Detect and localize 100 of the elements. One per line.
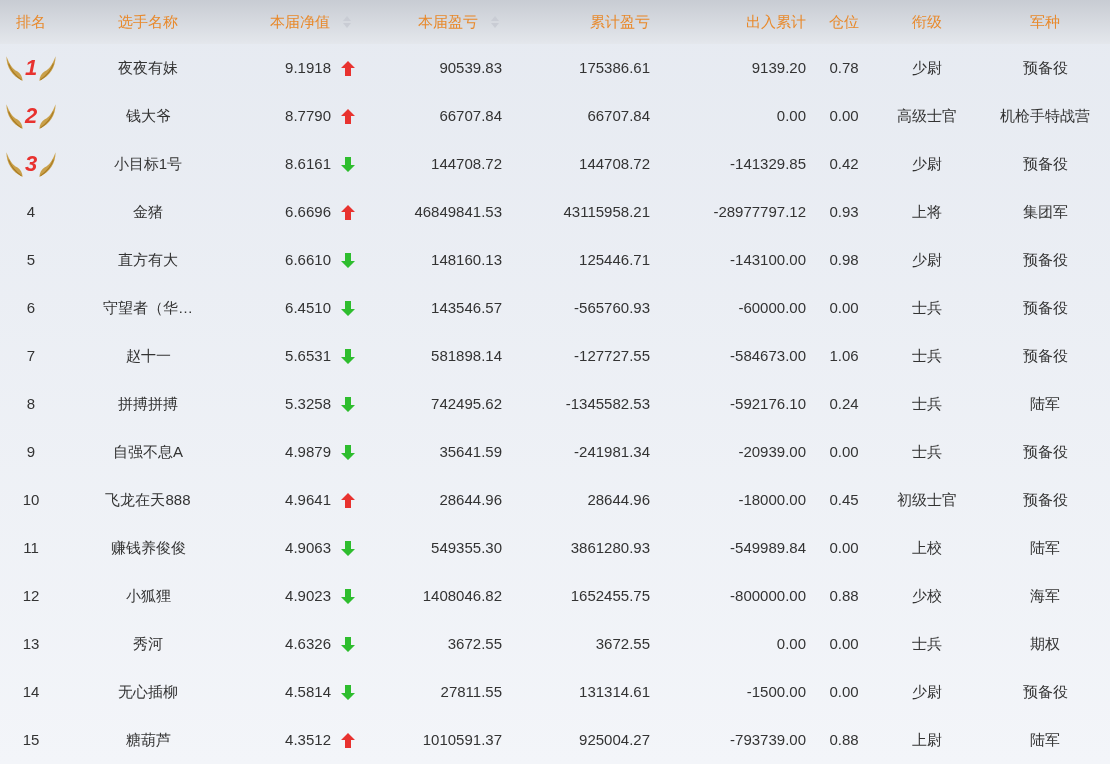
table-cell-text: 陆军 bbox=[1030, 729, 1060, 750]
table-cell-text: 上尉 bbox=[912, 729, 942, 750]
table-cell-text: 144708.72 bbox=[579, 153, 650, 174]
net-value: 4.9023 bbox=[285, 585, 331, 606]
table-cell-text: 0.88 bbox=[829, 729, 859, 750]
table-cell-text: 预备役 bbox=[1022, 489, 1068, 510]
table-cell-text: -793739.00 bbox=[730, 729, 806, 750]
player-name: 小目标1号 bbox=[113, 153, 183, 174]
wing-icon bbox=[38, 102, 58, 130]
rank-number: 11 bbox=[23, 537, 39, 558]
table-cell-text: -584673.00 bbox=[730, 345, 806, 366]
table-cell-text: 0.00 bbox=[829, 633, 859, 654]
table-cell-text: -141329.85 bbox=[730, 153, 806, 174]
table-cell-text: 28644.96 bbox=[439, 489, 502, 510]
table-cell-text: 3672.55 bbox=[447, 633, 502, 654]
table-cell-text: 0.00 bbox=[776, 105, 806, 126]
table-cell-text: 预备役 bbox=[1022, 297, 1068, 318]
net-value: 4.6326 bbox=[285, 633, 331, 654]
column-header: 累计盈亏 bbox=[590, 11, 650, 32]
wing-icon bbox=[4, 102, 24, 130]
table-cell-text: 148160.13 bbox=[431, 249, 502, 270]
net-value: 6.6696 bbox=[285, 201, 331, 222]
table-cell-text: 陆军 bbox=[1030, 393, 1060, 414]
rank-number: 8 bbox=[26, 393, 36, 414]
player-name: 飞龙在天888 bbox=[105, 489, 191, 510]
net-value: 6.4510 bbox=[285, 297, 331, 318]
table-cell-text: 陆军 bbox=[1030, 537, 1060, 558]
table-cell-text: 0.24 bbox=[829, 393, 859, 414]
table-cell-text: 集团军 bbox=[1022, 201, 1068, 222]
column-header[interactable]: 本届净值 bbox=[270, 10, 330, 34]
player-name: 拼搏拼搏 bbox=[118, 393, 178, 414]
rank-number: 14 bbox=[22, 681, 40, 702]
table-cell-text: 0.88 bbox=[829, 585, 859, 606]
table-cell-text: 35641.59 bbox=[439, 441, 502, 462]
table-cell-text: 上将 bbox=[912, 201, 942, 222]
table-cell-text: -28977797.12 bbox=[713, 201, 806, 222]
column-header: 排名 bbox=[16, 11, 46, 32]
column-header: 衔级 bbox=[912, 11, 942, 32]
table-cell-text: 27811.55 bbox=[440, 681, 502, 702]
rank-number: 10 bbox=[22, 489, 40, 510]
table-cell-text: -549989.84 bbox=[730, 537, 806, 558]
table-cell-text: 预备役 bbox=[1022, 153, 1068, 174]
table-cell-text: 66707.84 bbox=[587, 105, 650, 126]
table-cell-text: -127727.55 bbox=[574, 345, 650, 366]
net-value: 9.1918 bbox=[285, 57, 331, 78]
table-cell-text: -592176.10 bbox=[730, 393, 806, 414]
net-value: 5.3258 bbox=[285, 393, 331, 414]
rank-number: 12 bbox=[22, 585, 40, 606]
table-cell-text: 1.06 bbox=[829, 345, 859, 366]
rank-number: 5 bbox=[26, 249, 36, 270]
player-name: 守望者（华… bbox=[103, 297, 193, 318]
table-cell-text: -565760.93 bbox=[574, 297, 650, 318]
table-cell-text: 预备役 bbox=[1022, 441, 1068, 462]
table-cell-text: 海军 bbox=[1030, 585, 1060, 606]
table-cell-text: 少尉 bbox=[912, 249, 942, 270]
table-cell-text: 士兵 bbox=[912, 393, 942, 414]
wing-icon bbox=[38, 150, 58, 178]
table-cell-text: 0.00 bbox=[829, 681, 859, 702]
column-header: 选手名称 bbox=[118, 11, 178, 32]
column-header: 仓位 bbox=[829, 11, 859, 32]
table-cell-text: -800000.00 bbox=[730, 585, 806, 606]
wing-icon bbox=[4, 54, 24, 82]
table-cell-text: 士兵 bbox=[912, 297, 942, 318]
rank-number: 4 bbox=[26, 201, 36, 222]
table-cell-text: 175386.61 bbox=[579, 57, 650, 78]
table-cell-text: 0.93 bbox=[829, 201, 859, 222]
net-value: 4.9063 bbox=[285, 537, 331, 558]
wing-icon bbox=[4, 150, 24, 178]
column-header[interactable]: 本届盈亏 bbox=[418, 10, 478, 34]
rank-number: 3 bbox=[24, 153, 38, 175]
net-value: 8.7790 bbox=[285, 105, 331, 126]
wing-icon bbox=[38, 54, 58, 82]
rank-number: 15 bbox=[22, 729, 40, 750]
table-cell-text: 0.00 bbox=[776, 633, 806, 654]
table-cell-text: 期权 bbox=[1030, 633, 1060, 654]
table-cell-text: 0.00 bbox=[829, 297, 859, 318]
table-cell-text: 66707.84 bbox=[439, 105, 502, 126]
table-cell-text: 士兵 bbox=[912, 345, 942, 366]
table-cell-text: 125446.71 bbox=[579, 249, 650, 270]
rank-number: 13 bbox=[22, 633, 40, 654]
table-cell-text: 预备役 bbox=[1022, 57, 1068, 78]
table-cell-text: 0.00 bbox=[829, 105, 859, 126]
table-cell-text: 1010591.37 bbox=[422, 729, 502, 750]
player-name: 糖葫芦 bbox=[125, 729, 171, 750]
column-header: 出入累计 bbox=[746, 11, 806, 32]
net-value: 4.3512 bbox=[285, 729, 331, 750]
table-cell-text: 0.45 bbox=[829, 489, 859, 510]
table-cell-text: 少尉 bbox=[912, 57, 942, 78]
table-cell-text: 0.00 bbox=[829, 537, 859, 558]
table-cell-text: 549355.30 bbox=[431, 537, 502, 558]
table-cell-text: 士兵 bbox=[912, 633, 942, 654]
table-cell-text: -18000.00 bbox=[738, 489, 806, 510]
rank-number: 2 bbox=[24, 105, 38, 127]
table-cell-text: 机枪手特战营 bbox=[1000, 105, 1090, 126]
net-value: 8.6161 bbox=[285, 153, 331, 174]
net-value: 6.6610 bbox=[285, 249, 331, 270]
table-cell-text: 上校 bbox=[912, 537, 942, 558]
table-cell-text: 43115958.21 bbox=[563, 201, 650, 222]
table-cell-text: 预备役 bbox=[1022, 249, 1068, 270]
table-cell-text: 90539.83 bbox=[439, 57, 502, 78]
